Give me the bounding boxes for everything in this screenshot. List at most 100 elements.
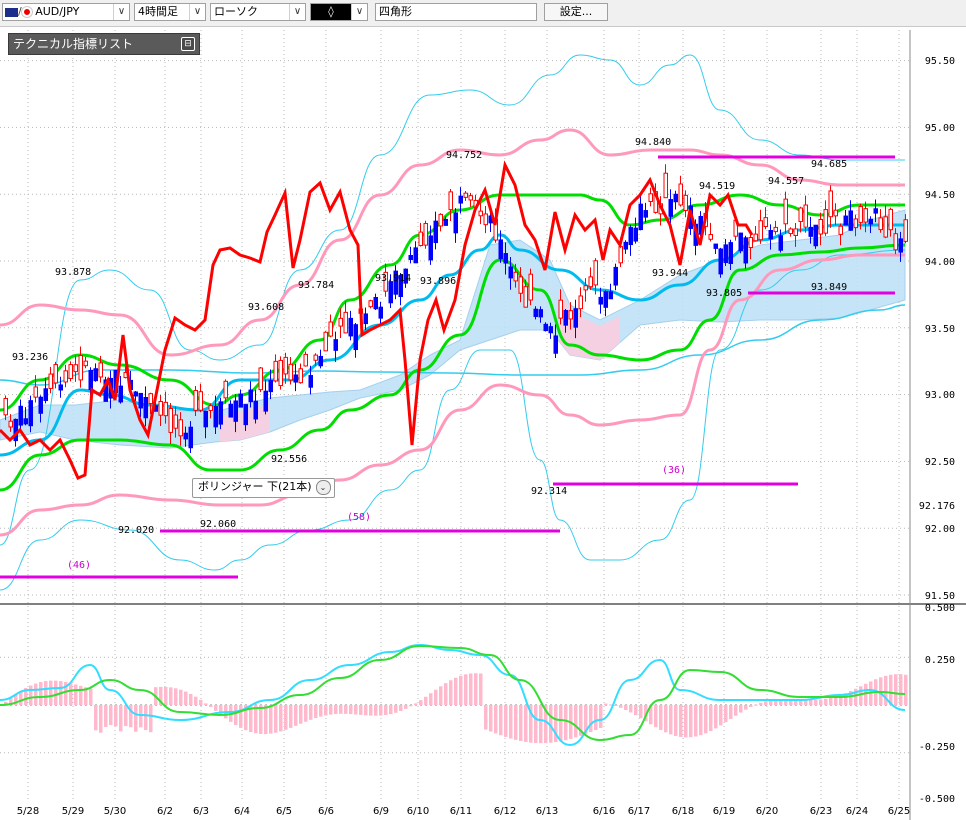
- candle-up: [753, 233, 758, 242]
- macd-histogram-bar: [519, 705, 523, 741]
- macd-histogram-bar: [364, 705, 368, 716]
- candle-up: [903, 219, 908, 242]
- macd-histogram-bar: [339, 705, 343, 714]
- macd-histogram-bar: [199, 699, 203, 705]
- price-label: 94.840: [635, 137, 671, 148]
- candle-down: [408, 255, 413, 261]
- candle-down: [548, 326, 553, 334]
- candle-up: [578, 295, 583, 310]
- candle-up: [448, 191, 453, 211]
- macd-histogram-bar: [619, 705, 623, 708]
- x-tick-label: 6/11: [450, 806, 472, 817]
- macd-histogram-bar: [164, 686, 168, 705]
- macd-panel: [0, 643, 908, 747]
- candle-up: [468, 195, 473, 201]
- y-tick-label: 93.00: [925, 390, 955, 401]
- macd-histogram-bar: [379, 705, 383, 716]
- candle-down: [738, 232, 743, 252]
- macd-histogram-bar: [514, 705, 518, 740]
- candle-down: [348, 317, 353, 337]
- macd-histogram-bar: [624, 705, 628, 710]
- macd-histogram-bar: [174, 688, 178, 705]
- indicator-tooltip[interactable]: ボリンジャー 下(21本) ⌄: [192, 478, 335, 498]
- candle-down: [18, 405, 23, 426]
- macd-histogram-bar: [284, 705, 288, 730]
- macd-histogram-bar: [144, 705, 148, 731]
- macd-histogram-bar: [724, 705, 728, 723]
- macd-histogram-bar: [904, 674, 908, 705]
- x-tick-label: 6/13: [536, 806, 558, 817]
- candle-up: [838, 225, 843, 235]
- chevron-down-icon[interactable]: ⌄: [315, 480, 331, 495]
- macd-histogram-bar: [689, 705, 693, 738]
- candle-up: [283, 356, 288, 375]
- macd-histogram-bar: [484, 705, 488, 730]
- indicator-list-panel[interactable]: テクニカル指標リスト ⊟: [8, 33, 200, 55]
- candle-down: [263, 390, 268, 412]
- candle-up: [683, 194, 688, 211]
- macd-histogram-bar: [319, 705, 323, 717]
- macd-histogram-bar: [759, 702, 763, 705]
- candle-down: [308, 375, 313, 388]
- candle-up: [313, 354, 318, 361]
- candle-up: [583, 285, 588, 291]
- macd-histogram-bar: [204, 703, 208, 705]
- candle-down: [718, 248, 723, 275]
- macd-histogram-bar: [449, 680, 453, 705]
- macd-histogram-bar: [299, 705, 303, 724]
- candle-down: [88, 369, 93, 391]
- candle-up: [368, 300, 373, 308]
- macd-histogram-bar: [29, 685, 33, 705]
- candle-up: [53, 364, 58, 384]
- candle-up: [783, 198, 788, 225]
- candle-down: [713, 243, 718, 249]
- macd-histogram-bar: [344, 705, 348, 714]
- candle-up: [273, 360, 278, 382]
- y-tick-label: 95.00: [925, 123, 955, 134]
- candle-down: [628, 227, 633, 246]
- x-tick-label: 6/10: [407, 806, 429, 817]
- macd-histogram-bar: [369, 705, 373, 716]
- x-tick-label: 6/17: [628, 806, 650, 817]
- macd-histogram-bar: [394, 705, 398, 713]
- candle-up: [748, 237, 753, 249]
- collapse-icon[interactable]: ⊟: [181, 37, 195, 51]
- candle-down: [603, 291, 608, 308]
- candle-down: [43, 388, 48, 401]
- macd-histogram-bar: [404, 705, 408, 709]
- x-tick-label: 6/19: [713, 806, 735, 817]
- macd-histogram-bar: [824, 698, 828, 705]
- macd-histogram-bar: [749, 705, 753, 707]
- macd-histogram-bar: [729, 705, 733, 719]
- candle-up: [73, 364, 78, 373]
- candle-down: [143, 397, 148, 419]
- candle-down: [743, 237, 748, 264]
- macd-histogram-bar: [414, 703, 418, 705]
- macd-histogram-bar: [814, 699, 818, 705]
- macd-histogram-bar: [89, 688, 93, 705]
- macd-histogram-bar: [109, 705, 113, 726]
- macd-histogram-bar: [294, 705, 298, 726]
- macd-histogram-bar: [189, 693, 193, 705]
- macd-histogram-bar: [119, 705, 123, 732]
- macd-histogram-bar: [704, 705, 708, 734]
- candle-down: [498, 239, 503, 260]
- macd-histogram-bar: [469, 673, 473, 705]
- price-label: 93.784: [298, 280, 334, 291]
- macd-histogram-bar: [179, 689, 183, 705]
- candle-up: [68, 364, 73, 379]
- candle-up: [773, 226, 778, 233]
- macd-histogram-bar: [764, 701, 768, 705]
- macd-histogram-bar: [524, 705, 528, 742]
- oscillator-tick-label: 0.500: [925, 603, 955, 614]
- macd-histogram-bar: [809, 699, 813, 705]
- candle-up: [893, 233, 898, 251]
- candle-up: [513, 271, 518, 282]
- macd-histogram-bar: [74, 684, 78, 705]
- price-label: 93.878: [55, 267, 91, 278]
- candle-up: [83, 360, 88, 367]
- candle-down: [93, 368, 98, 382]
- candle-down: [183, 432, 188, 440]
- x-tick-label: 6/2: [157, 806, 173, 817]
- price-label: 92.060: [200, 519, 236, 530]
